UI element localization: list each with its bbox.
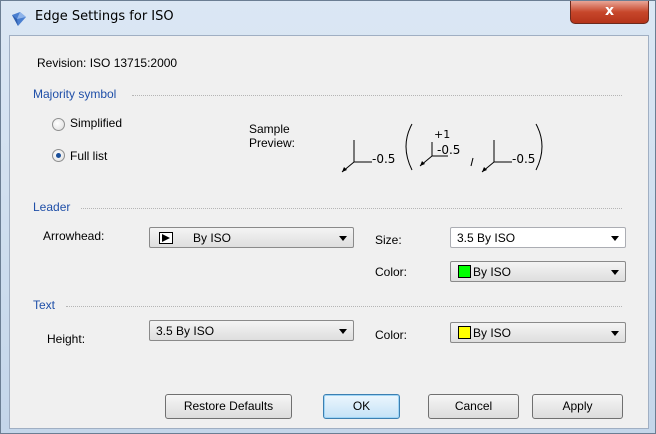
edge-symbol-3 xyxy=(481,140,512,173)
preview-value-3: -0.5 xyxy=(512,152,535,166)
restore-defaults-button[interactable]: Restore Defaults xyxy=(165,394,292,419)
text-color-value: By ISO xyxy=(473,326,512,340)
sample-label: Sample xyxy=(249,122,290,136)
text-color-swatch xyxy=(458,326,471,339)
dialog-window: Edge Settings for ISO x Revision: ISO 13… xyxy=(0,0,656,434)
chevron-down-icon xyxy=(611,270,619,275)
ok-button[interactable]: OK xyxy=(323,394,400,419)
text-color-dropdown[interactable]: By ISO xyxy=(450,322,626,343)
preview-label: Preview: xyxy=(249,136,296,150)
close-icon: x xyxy=(604,3,615,19)
arrowhead-dropdown[interactable]: By ISO xyxy=(149,227,354,248)
app-icon xyxy=(12,12,26,26)
leader-color-value: By ISO xyxy=(473,265,512,279)
title-bar[interactable]: Edge Settings for ISO x xyxy=(1,1,655,35)
size-dropdown[interactable]: 3.5 By ISO xyxy=(450,227,626,248)
cancel-button[interactable]: Cancel xyxy=(428,394,519,419)
size-label: Size: xyxy=(375,233,402,247)
group-divider xyxy=(66,306,622,307)
leader-color-dropdown[interactable]: By ISO xyxy=(450,261,626,282)
leader-color-label: Color: xyxy=(375,265,408,279)
sample-preview-drawing: -0.5 +1 -0.5 -0.5 xyxy=(341,123,543,173)
window-title: Edge Settings for ISO xyxy=(35,9,174,24)
text-color-label: Color: xyxy=(375,328,408,342)
size-value: 3.5 By ISO xyxy=(457,231,516,245)
chevron-down-icon xyxy=(339,236,347,241)
majority-symbol-group-title: Majority symbol xyxy=(33,87,117,101)
chevron-down-icon xyxy=(611,331,619,336)
chevron-down-icon xyxy=(611,236,619,241)
arrowhead-value: By ISO xyxy=(193,231,232,245)
group-divider xyxy=(81,208,622,209)
dialog-body: Revision: ISO 13715:2000 Majority symbol… xyxy=(9,35,649,429)
radio-simplified[interactable] xyxy=(52,118,65,131)
height-label: Height: xyxy=(47,332,86,346)
radio-full-list-label[interactable]: Full list xyxy=(70,149,107,163)
preview-value-2-bottom: -0.5 xyxy=(437,143,460,157)
height-dropdown[interactable]: 3.5 By ISO xyxy=(149,320,354,341)
group-divider xyxy=(132,95,622,96)
radio-full-list[interactable] xyxy=(52,149,65,162)
preview-value-2-top: +1 xyxy=(434,128,450,141)
apply-button[interactable]: Apply xyxy=(532,394,623,419)
close-button[interactable]: x xyxy=(570,1,649,24)
arrowhead-label: Arrowhead: xyxy=(43,229,105,243)
text-group-title: Text xyxy=(33,298,56,312)
height-value: 3.5 By ISO xyxy=(156,324,215,338)
chevron-down-icon xyxy=(339,329,347,334)
leader-group-title: Leader xyxy=(33,200,71,214)
revision-label: Revision: ISO 13715:2000 xyxy=(37,56,178,70)
arrowhead-icon xyxy=(159,232,173,244)
preview-value-1: -0.5 xyxy=(372,152,395,166)
radio-selected-dot xyxy=(56,153,61,158)
radio-simplified-label[interactable]: Simplified xyxy=(70,116,122,130)
leader-color-swatch xyxy=(458,265,471,278)
edge-symbol-1 xyxy=(341,140,372,173)
